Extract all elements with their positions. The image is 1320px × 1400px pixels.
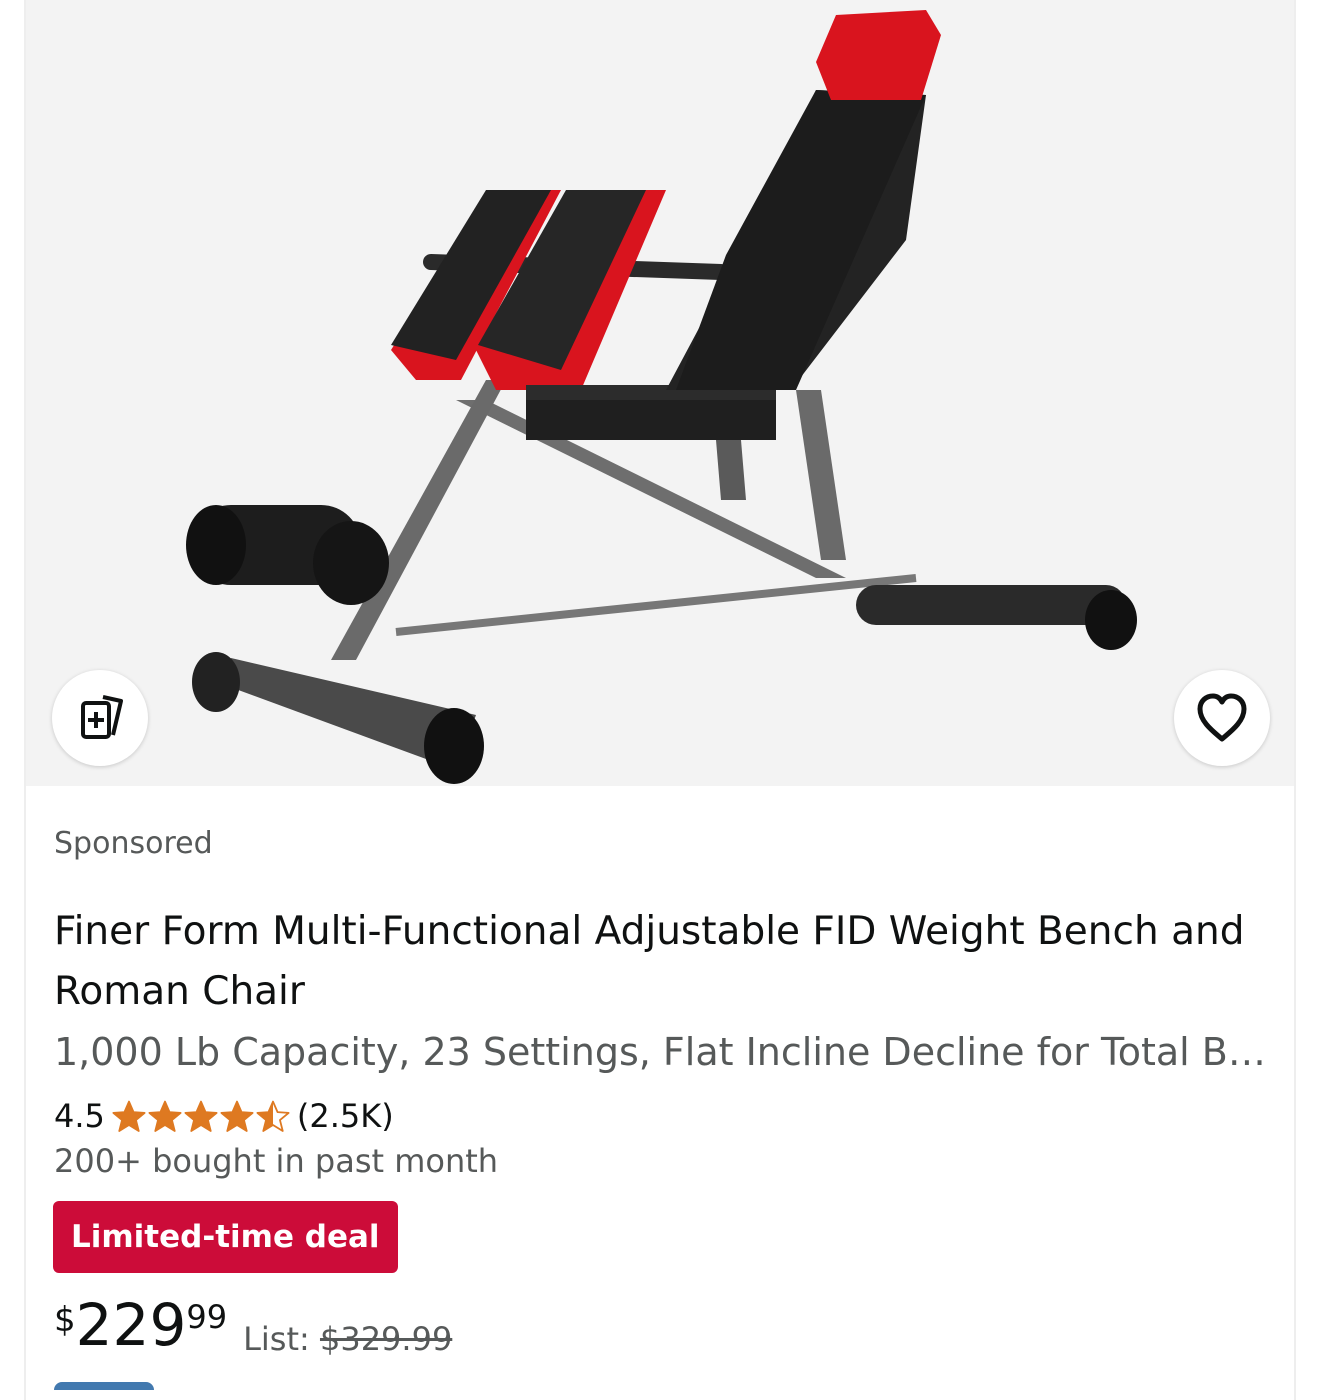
heart-icon xyxy=(1197,693,1247,742)
bought-count: 200+ bought in past month xyxy=(54,1142,499,1180)
list-price-label: List: xyxy=(243,1320,310,1358)
price-symbol: $ xyxy=(54,1300,76,1340)
list-price-value: $329.99 xyxy=(319,1320,453,1358)
deal-badge: Limited-time deal xyxy=(53,1201,398,1273)
product-image-area[interactable] xyxy=(26,0,1294,786)
wishlist-button[interactable] xyxy=(1174,670,1270,766)
star-icon xyxy=(256,1100,290,1132)
product-card[interactable]: Sponsored Finer Form Multi-Functional Ad… xyxy=(24,0,1296,1400)
rating-stars xyxy=(111,1099,291,1133)
rating-row[interactable]: 4.5 (2.5K) xyxy=(54,1094,394,1138)
sponsored-label: Sponsored xyxy=(54,826,213,861)
rating-count: (2.5K) xyxy=(296,1097,394,1135)
product-image[interactable] xyxy=(26,0,1294,786)
star-icon xyxy=(184,1100,218,1132)
price-whole: 229 xyxy=(75,1291,187,1359)
product-subtitle[interactable]: 1,000 Lb Capacity, 23 Settings, Flat Inc… xyxy=(54,1024,1269,1080)
list-price: List: $329.99 xyxy=(243,1320,452,1358)
star-icon xyxy=(112,1100,146,1132)
rating-value: 4.5 xyxy=(54,1097,105,1135)
compare-add-icon xyxy=(81,695,123,739)
star-icon xyxy=(148,1100,182,1132)
partial-next-element xyxy=(54,1382,154,1390)
price-row: $ 229 99 List: $329.99 xyxy=(54,1290,452,1370)
product-title[interactable]: Finer Form Multi-Functional Adjustable F… xyxy=(54,902,1284,1022)
star-icon xyxy=(220,1100,254,1132)
compare-button[interactable] xyxy=(52,670,148,766)
price-fraction: 99 xyxy=(186,1298,228,1336)
